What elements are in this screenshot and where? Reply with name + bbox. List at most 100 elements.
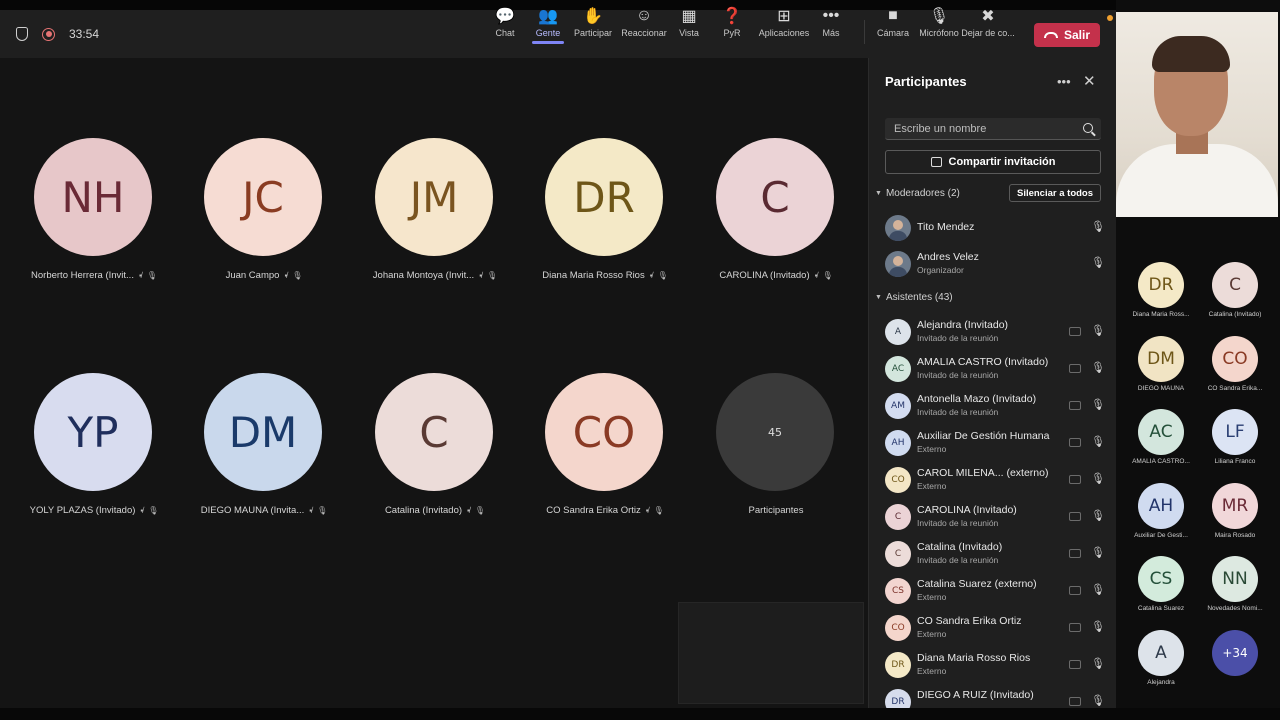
toolbar-button-chat[interactable]: 💬 Chat <box>486 6 524 38</box>
mic-off-icon: 🎙 <box>148 506 159 515</box>
toolbar-button-aplicaciones[interactable]: ⊞ Aplicaciones <box>758 6 810 38</box>
attendee-avatar: CO <box>885 615 911 641</box>
speaker-hair <box>1152 36 1230 72</box>
attendee-role: Externo <box>917 444 947 454</box>
attendees-section-toggle[interactable]: ▼ Asistentes (43) <box>875 292 953 303</box>
toolbar-button-label: Participar <box>573 28 612 38</box>
attendee-row[interactable]: CS Catalina Suarez (externo) Externo 🎙 <box>885 574 1105 608</box>
mic-off-icon[interactable]: 🎙 <box>1091 583 1105 596</box>
share-invite-button[interactable]: Compartir invitación <box>885 150 1101 174</box>
toolbar-button-más[interactable]: ••• Más <box>814 6 848 38</box>
gallery-tile[interactable]: C Catalina (Invitado) <box>1198 262 1270 334</box>
participant-tile[interactable]: NH Norberto Herrera (Invit... ▪̸ 🎙 <box>14 138 174 308</box>
gallery-tile[interactable]: AC AMALIA CASTRO... <box>1124 409 1196 481</box>
participant-avatar: C <box>375 373 493 491</box>
attendee-avatar: A <box>885 319 911 345</box>
attendee-row[interactable]: C CAROLINA (Invitado) Invitado de la reuni… <box>885 500 1105 534</box>
attendee-row[interactable]: DR Diana Maria Rosso Rios Externo 🎙 <box>885 648 1105 682</box>
attendee-row[interactable]: AC AMALIA CASTRO (Invitado) Invitado de la… <box>885 352 1105 386</box>
mic-off-icon[interactable]: 🎙 <box>1091 546 1105 559</box>
gallery-tile[interactable]: CO CO Sandra Erika... <box>1198 335 1270 408</box>
gallery-tile[interactable]: A Alejandra <box>1124 629 1196 702</box>
search-icon[interactable] <box>1083 123 1093 133</box>
participant-name: CAROLINA (Invitado) <box>719 270 810 281</box>
participant-search-input[interactable]: Escribe un nombre <box>885 118 1101 140</box>
participant-tile[interactable]: JM Johana Montoya (Invit... ▪̸ 🎙 <box>355 138 515 308</box>
camera-off-icon: ▪̸ <box>284 271 288 280</box>
participant-tile[interactable]: C CAROLINA (Invitado) ▪̸ 🎙 <box>696 138 856 308</box>
media-button-1[interactable]: 🎙 Micrófono <box>916 6 962 38</box>
toolbar-button-reaccionar[interactable]: ☺ Reaccionar <box>620 6 668 38</box>
moderator-row[interactable]: Andres Velez Organizador 🎙 <box>885 247 1105 281</box>
attendee-row[interactable]: AM Antonella Mazo (Invitado) Invitado de l… <box>885 389 1105 423</box>
gallery-tile[interactable]: +34 <box>1198 629 1270 702</box>
gallery-tile[interactable]: DM DIEGO MAUNA <box>1124 335 1196 408</box>
toolbar-divider <box>864 20 865 44</box>
camera-off-icon: ▪̸ <box>467 506 470 515</box>
attendee-row[interactable]: CO CO Sandra Erika Ortiz Externo 🎙 <box>885 611 1105 645</box>
mic-off-icon[interactable]: 🎙 <box>1091 694 1105 707</box>
leave-button[interactable]: Salir <box>1034 23 1100 47</box>
shared-screen-preview[interactable] <box>678 602 864 704</box>
media-button-2[interactable]: ✖ Dejar de co... <box>961 6 1015 38</box>
gallery-name: AMALIA CASTRO... <box>1132 458 1190 465</box>
close-icon[interactable]: ✕ <box>1083 72 1096 90</box>
attendee-row[interactable]: C Catalina (Invitado) Invitado de la reuni… <box>885 537 1105 571</box>
participant-tile[interactable]: JC Juan Campo ▪̸ 🎙 <box>184 138 344 308</box>
attendee-avatar: AM <box>885 393 911 419</box>
gallery-tile[interactable]: DR Diana Maria Ross... <box>1124 262 1196 334</box>
moderator-name: Andres Velez <box>917 251 979 263</box>
toolbar-button-label: Aplicaciones <box>758 28 810 38</box>
toolbar-button-participar[interactable]: ✋ Participar <box>572 6 614 38</box>
meeting-timer: 33:54 <box>69 27 100 41</box>
chevron-down-icon: ▼ <box>875 294 882 301</box>
speaker-video[interactable] <box>1116 12 1278 217</box>
mic-off-icon[interactable]: 🎙 <box>1091 361 1105 374</box>
microphone-icon[interactable]: 🎙 <box>1091 220 1105 233</box>
attendee-row[interactable]: DR DIEGO A RUIZ (Invitado) 🎙 <box>885 685 1105 708</box>
moderators-section-toggle[interactable]: ▼ Moderadores (2) <box>875 188 960 199</box>
moderator-row[interactable]: Tito Mendez 🎙 <box>885 211 1105 245</box>
mic-off-icon[interactable]: 🎙 <box>1091 324 1105 337</box>
mic-off-icon[interactable]: 🎙 <box>1091 509 1105 522</box>
mic-off-icon[interactable]: 🎙 <box>1091 398 1105 411</box>
mic-off-icon[interactable]: 🎙 <box>1091 620 1105 633</box>
attendee-role: Invitado de la reunión <box>917 407 999 417</box>
attendee-row[interactable]: A Alejandra (Invitado) Invitado de la reun… <box>885 315 1105 349</box>
mic-off-icon[interactable]: 🎙 <box>1091 472 1105 485</box>
shield-icon[interactable] <box>16 27 28 41</box>
gallery-tile[interactable]: NN Novedades Nomi... <box>1198 556 1270 628</box>
toolbar-button-gente[interactable]: 👥 Gente <box>528 6 568 44</box>
toolbar-button-pyr[interactable]: ❓ PyR <box>712 6 752 38</box>
microphone-icon[interactable]: 🎙 <box>1091 256 1105 269</box>
mic-off-icon[interactable]: 🎙 <box>1091 657 1105 670</box>
more-options-icon[interactable]: ••• <box>1057 74 1071 89</box>
participant-name-row: Norberto Herrera (Invit... ▪̸ 🎙 <box>4 270 184 281</box>
gallery-tile[interactable]: AH Auxiliar De Gesti... <box>1124 482 1196 555</box>
toolbar-button-vista[interactable]: ▦ Vista <box>670 6 708 38</box>
participant-name: Catalina (Invitado) <box>384 505 463 516</box>
participant-name-row: CO Sandra Erika Ortiz ▪̸ 🎙 <box>515 505 695 516</box>
participant-tile[interactable]: CO CO Sandra Erika Ortiz ▪̸ 🎙 <box>525 373 685 543</box>
attendee-name: Catalina (Invitado) <box>917 541 1003 553</box>
more-participants-tile[interactable]: 45 Participantes <box>696 373 856 543</box>
mic-off-icon[interactable]: 🎙 <box>1091 435 1105 448</box>
participant-avatar: C <box>716 138 834 256</box>
gallery-tile[interactable]: CS Catalina Suarez <box>1124 556 1196 628</box>
camera-off-icon: ▪̸ <box>649 271 653 280</box>
gallery-tile[interactable]: MR Maira Rosado <box>1198 482 1270 555</box>
attendee-row[interactable]: CO CAROL MILENA... (externo) Externo 🎙 <box>885 463 1105 497</box>
attendee-name: CAROLINA (Invitado) <box>917 504 1017 516</box>
leave-label: Salir <box>1063 28 1090 42</box>
attendee-name: AMALIA CASTRO (Invitado) <box>917 356 1049 368</box>
mute-all-button[interactable]: Silenciar a todos <box>1009 184 1101 202</box>
media-button-0[interactable]: ■ Cámara <box>870 6 916 38</box>
chevron-down-icon: ▼ <box>875 190 882 197</box>
attendee-row[interactable]: AH Auxiliar De Gestión Humana Externo 🎙 <box>885 426 1105 460</box>
participant-tile[interactable]: YP YOLY PLAZAS (Invitado) ▪̸ 🎙 <box>14 373 174 543</box>
camera-off-icon: ▪̸ <box>479 271 483 280</box>
participant-tile[interactable]: DR Diana Maria Rosso Rios ▪̸ 🎙 <box>525 138 685 308</box>
participant-tile[interactable]: C Catalina (Invitado) ▪̸ 🎙 <box>355 373 515 543</box>
gallery-tile[interactable]: LF Liliana Franco <box>1198 409 1270 481</box>
participant-tile[interactable]: DM DIEGO MAUNA (Invita... ▪̸ 🎙 <box>184 373 344 543</box>
